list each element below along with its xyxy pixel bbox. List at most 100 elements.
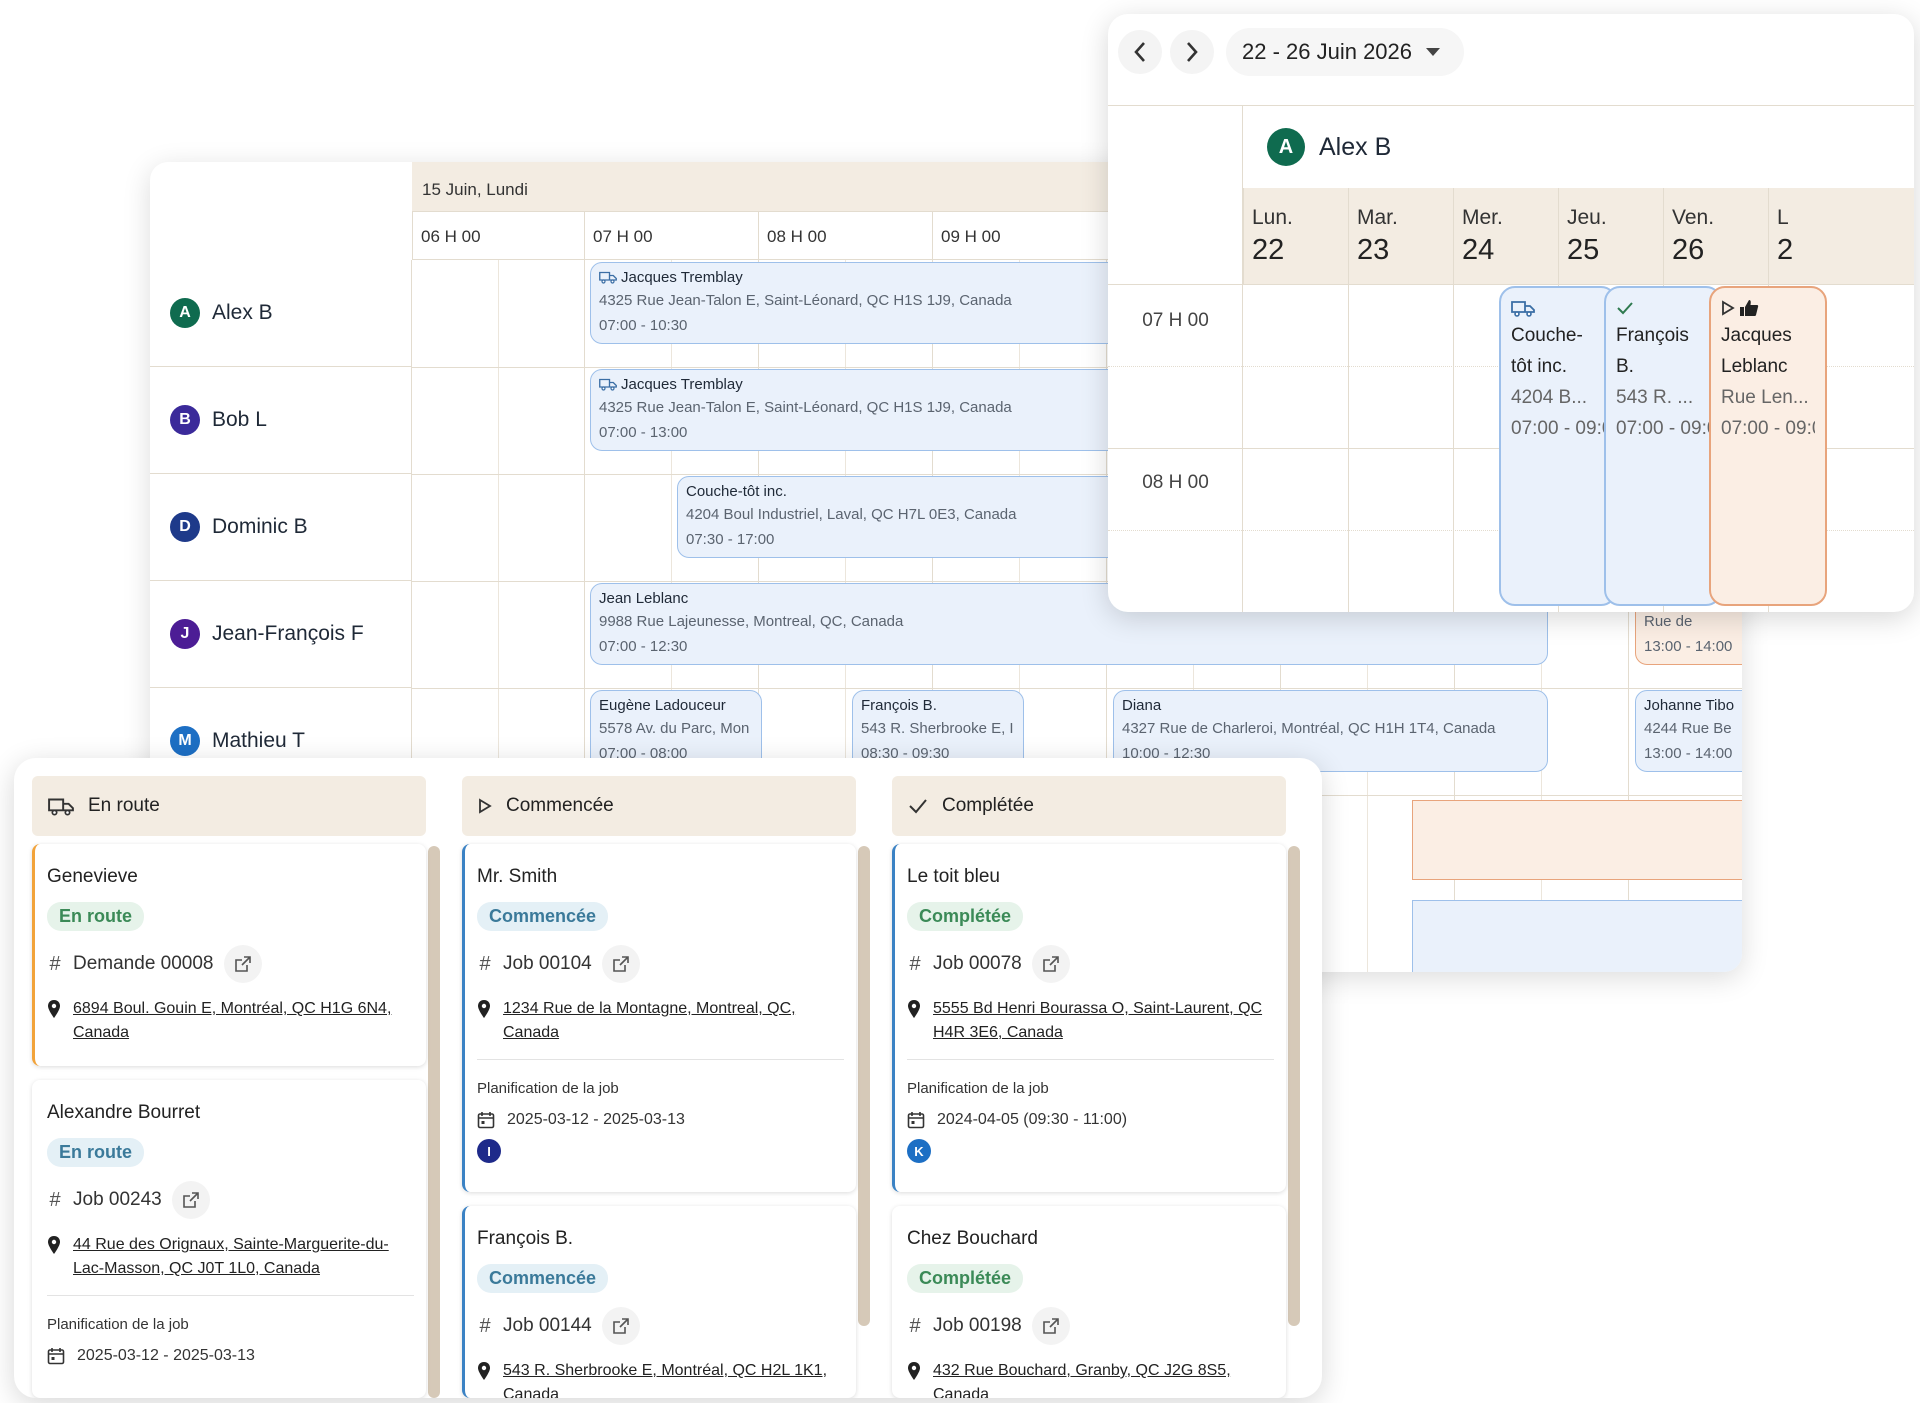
schedule-label: Planification de la job [47,1316,189,1333]
event-time: 07:00 - 09:0 [1721,418,1815,439]
card-reference: Job 00144 [503,1315,592,1336]
column-header: Complétée [892,776,1286,836]
kanban-card[interactable]: Alexandre Bourret En route # Job 00243 4… [32,1080,426,1398]
day-header-jeu: Jeu. 25 [1558,188,1663,284]
card-title: Chez Bouchard [907,1228,1038,1249]
avatar: B [170,405,200,435]
open-external-button[interactable] [1031,945,1070,983]
hash-icon: # [479,952,491,975]
open-external-button[interactable] [601,945,640,983]
event-time: 07:00 - 09:0 [1616,418,1710,439]
avatar: M [170,726,200,756]
next-week-button[interactable] [1170,30,1214,74]
hash-icon: # [49,1188,61,1211]
previous-week-button[interactable] [1118,30,1162,74]
assignee-avatar: I [477,1139,501,1163]
status-badge: En route [47,1138,145,1167]
external-link-icon [234,956,251,972]
status-badge: Complétée [907,902,1024,931]
week-view-panel: 22 - 26 Juin 2026 A Alex B Lun. 22 Mar. … [1108,14,1914,612]
resource-row-jean-francois[interactable]: J Jean-François F [150,581,412,688]
kanban-card[interactable]: Le toit bleu Complétée # Job 00078 5555 … [892,844,1286,1192]
card-address-link[interactable]: 6894 Boul. Gouin E, Montréal, QC H1G 6N4… [73,997,414,1045]
card-address-link[interactable]: 44 Rue des Orignaux, Sainte-Marguerite-d… [73,1233,414,1281]
kanban-card[interactable]: Chez Bouchard Complétée # Job 00198 432 … [892,1206,1286,1398]
day-name: Mar. [1357,206,1398,229]
check-icon [909,799,927,814]
hash-icon: # [909,952,921,975]
event-time: 07:00 - 09:0 [1511,418,1605,439]
timeline-event[interactable] [1412,900,1742,972]
event-time: 13:00 - 14:00 [1644,745,1733,762]
resource-row-bob[interactable]: B Bob L [150,367,412,474]
open-external-button[interactable] [223,945,262,983]
event-time: 07:00 - 10:30 [599,317,688,334]
timeline-event[interactable]: Johanne Tibo 4244 Rue Be 13:00 - 14:00 [1635,690,1742,772]
card-address-link[interactable]: 5555 Bd Henri Bourassa O, Saint-Laurent,… [933,997,1274,1045]
event-address: 4327 Rue de Charleroi, Montréal, QC H1H … [1122,720,1496,737]
resource-row-dominic[interactable]: D Dominic B [150,474,412,581]
divider [47,1295,414,1296]
avatar: A [170,298,200,328]
event-address: Rue de [1644,613,1693,630]
event-time: 07:00 - 13:00 [599,424,688,441]
timeline-event[interactable] [1412,800,1742,880]
column-header: Commencée [462,776,856,836]
event-title: Jacques Tremblay [621,375,743,393]
event-address: 4204 Boul Industriel, Laval, QC H7L 0E3,… [686,506,1017,523]
day-header-next: L 2 [1768,188,1914,284]
open-external-button[interactable] [171,1181,210,1219]
column-scrollbar[interactable] [428,846,440,1398]
timeline-event[interactable]: Jacques Tremblay 4325 Rue Jean-Talon E, … [590,262,1150,344]
column-scrollbar[interactable] [858,846,870,1326]
status-badge: Commencée [477,1264,609,1293]
week-event-card[interactable]: Jacques Leblanc Rue Len... 07:00 - 09:0 [1709,286,1827,606]
day-header-ven: Ven. 26 [1663,188,1768,284]
hash-icon: # [909,1314,921,1337]
timeline-event[interactable]: Couche-tôt inc. 4204 Boul Industriel, La… [677,476,1150,558]
chevron-right-icon [1187,42,1198,62]
card-title: Alexandre Bourret [47,1102,201,1123]
date-range-dropdown[interactable]: 22 - 26 Juin 2026 [1226,28,1464,76]
status-badge: Complétée [907,1264,1024,1293]
event-name: Jacques [1721,325,1792,346]
kanban-column-completee: Complétée Le toit bleu Complétée # Job 0… [892,776,1304,1398]
card-address-link[interactable]: 543 R. Sherbrooke E, Montréal, QC H2L 1K… [503,1359,844,1398]
date-range-label: 22 - 26 Juin 2026 [1242,39,1413,64]
timeline-event[interactable]: Jacques Tremblay 4325 Rue Jean-Talon E, … [590,369,1150,451]
event-title: Johanne Tibo [1644,696,1735,714]
external-link-icon [1042,1318,1059,1334]
external-link-icon [182,1192,199,1208]
card-title: Genevieve [47,866,138,887]
avatar: A [1267,128,1305,166]
card-address-link[interactable]: 432 Rue Bouchard, Granby, QC J2G 8S5, Ca… [933,1359,1274,1398]
column-title: Complétée [942,795,1034,816]
card-reference: Job 00198 [933,1315,1022,1336]
week-event-card[interactable]: François B. 543 R. ... 07:00 - 09:0 [1604,286,1722,606]
kanban-card[interactable]: François B. Commencée # Job 00144 543 R.… [462,1206,856,1398]
external-link-icon [612,956,629,972]
week-event-card[interactable]: Couche- tôt inc. 4204 B... 07:00 - 09:0 [1499,286,1617,606]
row-divider [412,688,1742,689]
resource-name: Bob L [212,408,267,431]
open-external-button[interactable] [601,1307,640,1345]
kanban-card[interactable]: Mr. Smith Commencée # Job 00104 1234 Rue… [462,844,856,1192]
schedule-dates: 2025-03-12 - 2025-03-13 [507,1111,685,1128]
calendar-icon [47,1348,65,1365]
map-pin-icon [478,1362,490,1380]
event-title: Diana [1122,696,1162,714]
hour-label: 08 H 00 [758,212,932,260]
day-number: 23 [1357,234,1390,266]
column-scrollbar[interactable] [1288,846,1300,1326]
event-name: B. [1616,356,1634,377]
card-address-link[interactable]: 1234 Rue de la Montagne, Montreal, QC, C… [503,997,844,1045]
event-address: 5578 Av. du Parc, Mon [599,720,750,737]
open-external-button[interactable] [1031,1307,1070,1345]
grid-line [1108,284,1914,285]
event-name: tôt inc. [1511,356,1567,377]
card-reference: Job 00104 [503,953,592,974]
day-name: Ven. [1672,206,1715,229]
resource-row-alex[interactable]: A Alex B [150,260,412,367]
kanban-card[interactable]: Genevieve En route # Demande 00008 6894 … [32,844,426,1066]
schedule-label: Planification de la job [477,1080,619,1097]
